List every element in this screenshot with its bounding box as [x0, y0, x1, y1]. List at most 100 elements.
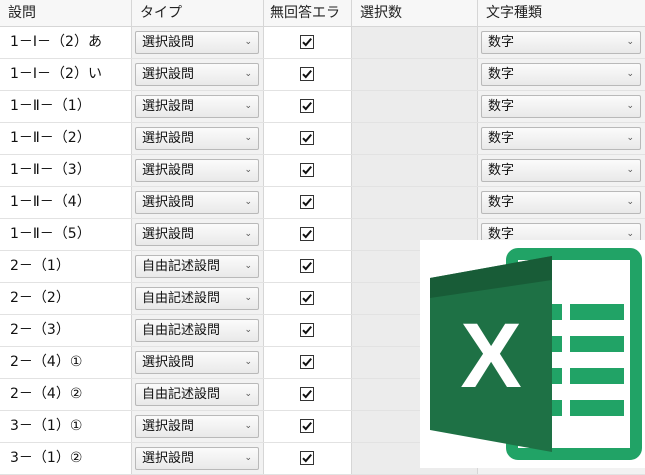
type-select[interactable]: 選択設問 ⌄ [135, 223, 259, 246]
no-answer-error-checkbox[interactable] [300, 35, 314, 49]
type-value: 自由記述設問 [142, 323, 221, 338]
no-answer-error-cell [264, 219, 352, 250]
no-answer-error-checkbox[interactable] [300, 227, 314, 241]
type-value: 選択設問 [142, 99, 195, 114]
chevron-down-icon: ⌄ [244, 357, 252, 367]
char-type-value: 数字 [488, 67, 515, 82]
header-question[interactable]: 設問 [0, 0, 132, 26]
choice-count-cell[interactable] [352, 59, 478, 90]
char-type-select[interactable]: 数字 ⌄ [481, 159, 641, 182]
checkmark-icon [302, 37, 312, 47]
chevron-down-icon: ⌄ [626, 165, 634, 175]
type-value: 選択設問 [142, 227, 195, 242]
type-cell: 自由記述設問 ⌄ [132, 283, 264, 314]
checkmark-icon [302, 229, 312, 239]
type-select[interactable]: 選択設問 ⌄ [135, 95, 259, 118]
header-type[interactable]: タイプ [132, 0, 264, 26]
char-type-select[interactable]: 数字 ⌄ [481, 95, 641, 118]
no-answer-error-checkbox[interactable] [300, 387, 314, 401]
no-answer-error-checkbox[interactable] [300, 67, 314, 81]
type-select[interactable]: 選択設問 ⌄ [135, 159, 259, 182]
type-value: 自由記述設問 [142, 259, 221, 274]
no-answer-error-checkbox[interactable] [300, 419, 314, 433]
no-answer-error-checkbox[interactable] [300, 355, 314, 369]
type-select[interactable]: 自由記述設問 ⌄ [135, 319, 259, 342]
question-label: 2－（4）① [0, 347, 132, 378]
no-answer-error-checkbox[interactable] [300, 99, 314, 113]
question-label: 1－Ⅱ－（3） [0, 155, 132, 186]
type-value: 自由記述設問 [142, 291, 221, 306]
chevron-down-icon: ⌄ [626, 37, 634, 47]
chevron-down-icon: ⌄ [244, 421, 252, 431]
char-type-cell: 数字 ⌄ [478, 59, 645, 90]
no-answer-error-cell [264, 91, 352, 122]
char-type-value: 数字 [488, 99, 515, 114]
question-label: 2－（4）② [0, 379, 132, 410]
type-cell: 選択設問 ⌄ [132, 123, 264, 154]
checkmark-icon [302, 453, 312, 463]
type-select[interactable]: 選択設問 ⌄ [135, 191, 259, 214]
no-answer-error-cell [264, 347, 352, 378]
table-row: 1－Ⅰ－（2）あ 選択設問 ⌄ 数字 ⌄ [0, 27, 645, 59]
chevron-down-icon: ⌄ [244, 165, 252, 175]
type-select[interactable]: 選択設問 ⌄ [135, 351, 259, 374]
type-select[interactable]: 選択設問 ⌄ [135, 63, 259, 86]
no-answer-error-cell [264, 315, 352, 346]
checkmark-icon [302, 325, 312, 335]
header-no-answer-error[interactable]: 無回答エラー [264, 0, 352, 47]
type-select[interactable]: 選択設問 ⌄ [135, 127, 259, 150]
type-select[interactable]: 自由記述設問 ⌄ [135, 255, 259, 278]
no-answer-error-checkbox[interactable] [300, 163, 314, 177]
chevron-down-icon: ⌄ [244, 453, 252, 463]
char-type-select[interactable]: 数字 ⌄ [481, 127, 641, 150]
question-label: 1－Ⅱ－（5） [0, 219, 132, 250]
checkmark-icon [302, 133, 312, 143]
chevron-down-icon: ⌄ [626, 197, 634, 207]
no-answer-error-cell [264, 283, 352, 314]
no-answer-error-checkbox[interactable] [300, 195, 314, 209]
no-answer-error-cell [264, 123, 352, 154]
header-char-type[interactable]: 文字種類 [478, 0, 645, 26]
type-value: 選択設問 [142, 355, 195, 370]
char-type-cell: 数字 ⌄ [478, 123, 645, 154]
type-select[interactable]: 自由記述設問 ⌄ [135, 383, 259, 406]
char-type-select[interactable]: 数字 ⌄ [481, 63, 641, 86]
choice-count-cell[interactable] [352, 91, 478, 122]
choice-count-cell[interactable] [352, 155, 478, 186]
choice-count-cell[interactable] [352, 27, 478, 58]
table-row: 1－Ⅰ－（2）い 選択設問 ⌄ 数字 ⌄ [0, 59, 645, 91]
checkmark-icon [302, 69, 312, 79]
question-label: 1－Ⅱ－（4） [0, 187, 132, 218]
no-answer-error-checkbox[interactable] [300, 259, 314, 273]
char-type-value: 数字 [488, 163, 515, 178]
type-cell: 選択設問 ⌄ [132, 187, 264, 218]
no-answer-error-checkbox[interactable] [300, 323, 314, 337]
char-type-select[interactable]: 数字 ⌄ [481, 191, 641, 214]
question-label: 1－Ⅰ－（2）あ [0, 27, 132, 58]
question-label: 2－（1） [0, 251, 132, 282]
checkmark-icon [302, 389, 312, 399]
chevron-down-icon: ⌄ [244, 133, 252, 143]
checkmark-icon [302, 357, 312, 367]
question-label: 1－Ⅰ－（2）い [0, 59, 132, 90]
question-label: 1－Ⅱ－（2） [0, 123, 132, 154]
type-select[interactable]: 選択設問 ⌄ [135, 447, 259, 470]
question-label: 2－（3） [0, 315, 132, 346]
type-cell: 選択設問 ⌄ [132, 59, 264, 90]
type-select[interactable]: 自由記述設問 ⌄ [135, 287, 259, 310]
char-type-select[interactable]: 数字 ⌄ [481, 31, 641, 54]
type-value: 選択設問 [142, 451, 195, 466]
choice-count-cell[interactable] [352, 187, 478, 218]
type-select[interactable]: 選択設問 ⌄ [135, 31, 259, 54]
no-answer-error-checkbox[interactable] [300, 131, 314, 145]
no-answer-error-checkbox[interactable] [300, 291, 314, 305]
type-value: 選択設問 [142, 163, 195, 178]
no-answer-error-checkbox[interactable] [300, 451, 314, 465]
type-select[interactable]: 選択設問 ⌄ [135, 415, 259, 438]
type-value: 選択設問 [142, 195, 195, 210]
type-cell: 選択設問 ⌄ [132, 219, 264, 250]
grid-header: 設問 タイプ 無回答エラー 選択数 文字種類 [0, 0, 645, 47]
header-choice-count[interactable]: 選択数 [352, 0, 478, 26]
choice-count-cell[interactable] [352, 123, 478, 154]
no-answer-error-cell [264, 155, 352, 186]
